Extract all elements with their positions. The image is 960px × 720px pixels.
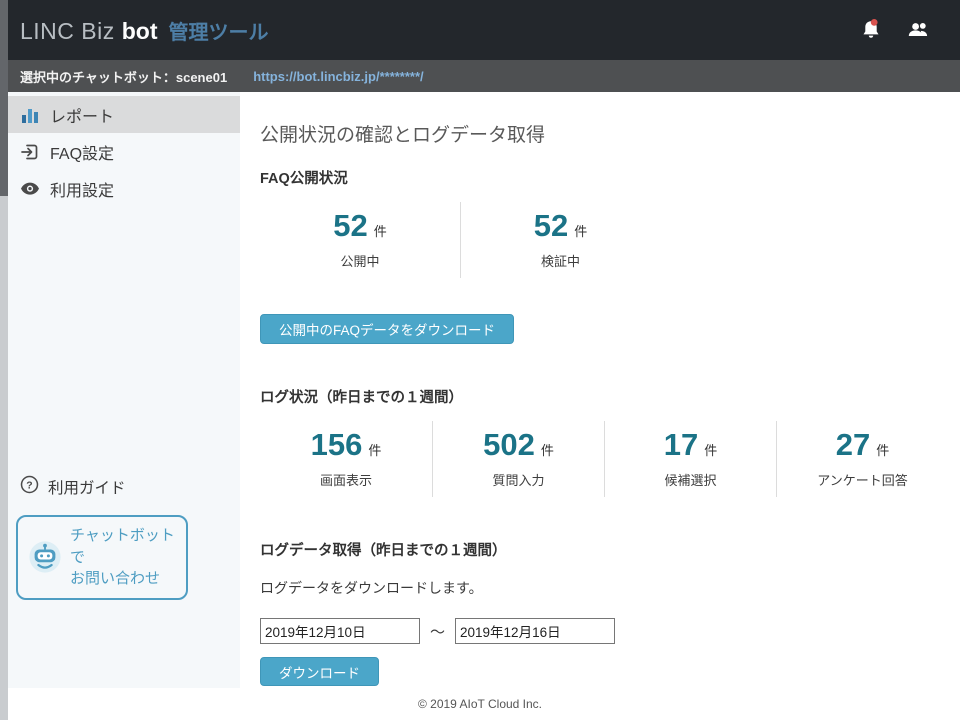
stat-unit: 件: [876, 440, 889, 459]
sidebar-item-label: FAQ設定: [50, 140, 114, 164]
stat-published: 52 件 公開中: [260, 202, 460, 278]
bell-icon[interactable]: [858, 17, 884, 43]
stat-label: 候補選択: [664, 470, 716, 489]
svg-text:?: ?: [26, 480, 32, 491]
stat-screen-views: 156 件 画面表示: [260, 421, 432, 497]
log-status-title: ログ状況（昨日までの１週間）: [260, 386, 960, 407]
header-icons: [858, 17, 932, 43]
brand-admin-tool: 管理ツール: [169, 16, 269, 45]
copyright-text: © 2019 AIoT Cloud Inc.: [418, 697, 542, 711]
stat-verifying: 52 件 検証中: [460, 202, 660, 278]
stat-label: アンケート回答: [817, 470, 907, 489]
stat-unit: 件: [541, 440, 554, 459]
stat-value: 502: [483, 427, 535, 463]
sidebar-item-usage-settings[interactable]: 利用設定: [0, 170, 240, 207]
log-download-button[interactable]: ダウンロード: [260, 657, 379, 686]
users-icon[interactable]: [906, 17, 932, 43]
eye-icon: [20, 179, 40, 199]
enter-arrow-icon: [20, 142, 40, 162]
chatbot-selector-bar: 選択中のチャットボット：scene01 https://bot.lincbiz.…: [0, 60, 960, 92]
body-layout: レポート FAQ設定 利用設定: [0, 92, 960, 688]
brand-linc-biz: LINC Biz: [20, 18, 115, 45]
stat-label: 画面表示: [320, 470, 372, 489]
question-circle-icon: ?: [20, 475, 39, 499]
page-title: 公開状況の確認とログデータ取得: [260, 120, 960, 147]
sidebar-item-label: レポート: [50, 103, 114, 127]
sidebar-bottom: ? 利用ガイド: [0, 475, 240, 688]
stat-survey-answers: 27 件 アンケート回答: [776, 421, 948, 497]
logdata-description: ログデータをダウンロードします。: [260, 578, 960, 598]
sidebar-item-label: 利用設定: [50, 177, 114, 201]
date-from-input[interactable]: [260, 618, 420, 644]
sidebar-item-faq-settings[interactable]: FAQ設定: [0, 133, 240, 170]
stat-value: 52: [333, 208, 367, 244]
stat-unit: 件: [368, 440, 381, 459]
guide-label: 利用ガイド: [48, 476, 126, 498]
stat-value: 52: [534, 208, 568, 244]
chatbot-url-link[interactable]: https://bot.lincbiz.jp/********/: [253, 69, 423, 84]
stat-unit: 件: [374, 221, 387, 240]
scrollbar-thumb[interactable]: [0, 0, 8, 196]
stat-label: 検証中: [541, 251, 580, 270]
chatbot-button-label: チャットボットで お問い合わせ: [70, 525, 176, 590]
robot-icon: [28, 540, 62, 574]
left-scrollbar[interactable]: [0, 0, 8, 720]
stat-label: 公開中: [340, 251, 379, 270]
log-stats-row: 156 件 画面表示 502 件 質問入力 17 件 候補選択: [260, 421, 960, 497]
chatbot-inquiry-button[interactable]: チャットボットで お問い合わせ: [16, 515, 188, 600]
stat-unit: 件: [574, 221, 587, 240]
date-to-input[interactable]: [455, 618, 615, 644]
app-header: LINC Biz bot 管理ツール: [0, 0, 960, 60]
sidebar-item-report[interactable]: レポート: [0, 96, 240, 133]
date-range-separator: ～: [430, 621, 445, 642]
logdata-title: ログデータ取得（昨日までの１週間）: [260, 539, 960, 560]
faq-status-title: FAQ公開状況: [260, 167, 960, 188]
stat-unit: 件: [704, 440, 717, 459]
stat-label: 質問入力: [492, 470, 544, 489]
stat-value: 27: [836, 427, 870, 463]
sidebar-item-guide[interactable]: ? 利用ガイド: [16, 475, 240, 499]
stat-value: 156: [311, 427, 363, 463]
app-brand: LINC Biz bot 管理ツール: [20, 16, 269, 45]
main-content: 公開状況の確認とログデータ取得 FAQ公開状況 52 件 公開中 52 件 検証…: [240, 92, 960, 688]
brand-bot: bot: [122, 18, 158, 45]
faq-download-button[interactable]: 公開中のFAQデータをダウンロード: [260, 314, 514, 344]
faq-stats-row: 52 件 公開中 52 件 検証中: [260, 202, 960, 278]
app-footer: © 2019 AIoT Cloud Inc.: [0, 688, 960, 720]
stat-question-inputs: 502 件 質問入力: [432, 421, 604, 497]
sidebar: レポート FAQ設定 利用設定: [0, 92, 240, 688]
date-range-row: ～: [260, 618, 960, 644]
bar-chart-icon: [20, 105, 40, 125]
selected-chatbot-label: 選択中のチャットボット：scene01: [20, 67, 227, 86]
stat-value: 17: [664, 427, 698, 463]
stat-candidate-selections: 17 件 候補選択: [604, 421, 776, 497]
